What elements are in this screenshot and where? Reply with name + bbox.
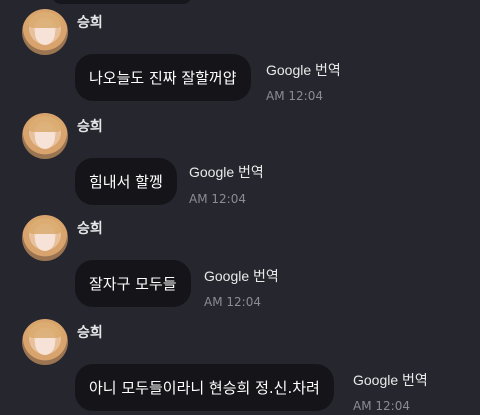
timestamp: AM 12:04 <box>189 192 246 206</box>
google-translate-link[interactable]: Google 번역 <box>189 162 264 182</box>
sender-name: 승희 <box>77 15 103 31</box>
message-bubble[interactable]: 힘내서 할껭 <box>75 158 177 205</box>
google-translate-link[interactable]: Google 번역 <box>204 266 279 286</box>
avatar[interactable] <box>22 113 68 159</box>
avatar[interactable] <box>22 319 68 365</box>
message-bubble[interactable]: 아니 모두들이라니 현승희 정.신.차려 <box>75 364 334 411</box>
previous-message-bubble <box>52 0 192 4</box>
google-translate-link[interactable]: Google 번역 <box>353 370 428 390</box>
timestamp: AM 12:04 <box>353 399 410 413</box>
timestamp: AM 12:04 <box>266 89 323 103</box>
message-bubble[interactable]: 잘자구 모두들 <box>75 260 191 307</box>
sender-name: 승희 <box>77 119 103 135</box>
sender-name: 승희 <box>77 221 103 237</box>
google-translate-link[interactable]: Google 번역 <box>266 60 341 80</box>
avatar[interactable] <box>22 9 68 55</box>
message-bubble[interactable]: 나오늘도 진짜 잘할꺼얍 <box>75 54 251 101</box>
avatar[interactable] <box>22 215 68 261</box>
timestamp: AM 12:04 <box>204 295 261 309</box>
sender-name: 승희 <box>77 325 103 341</box>
